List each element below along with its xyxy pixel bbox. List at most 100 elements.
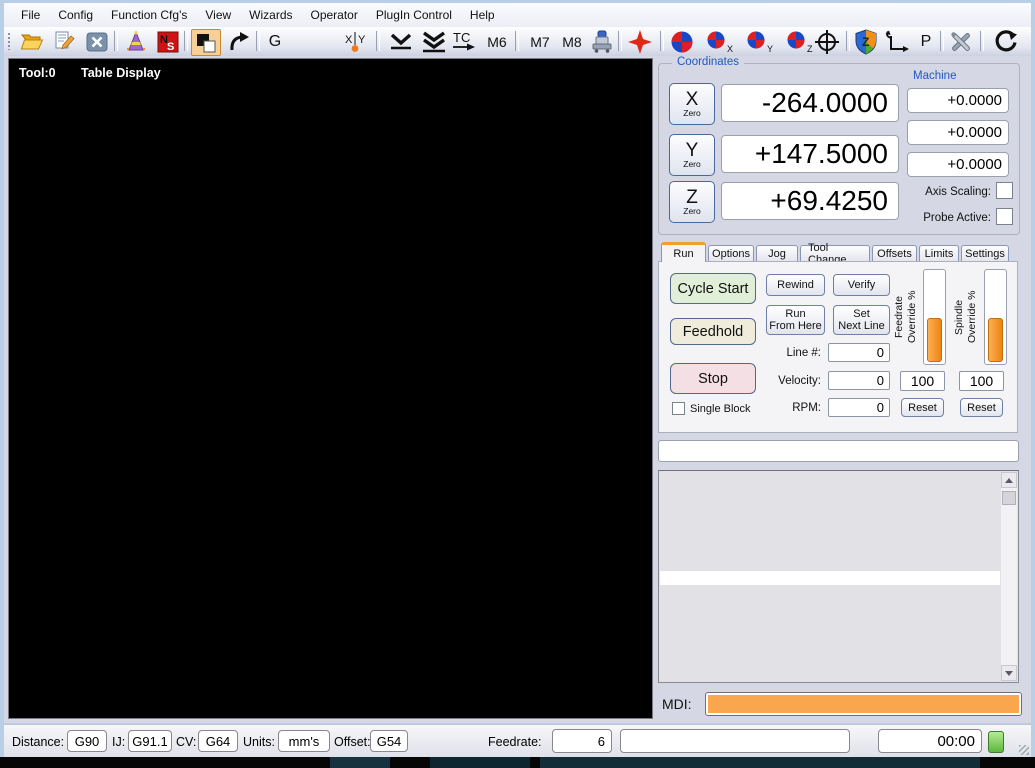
tab-settings[interactable]: Settings: [961, 245, 1009, 262]
rpm-field[interactable]: 0: [828, 398, 890, 417]
single-block-checkbox[interactable]: [672, 402, 685, 415]
y-axis-dro[interactable]: +147.5000: [721, 135, 899, 173]
menu-wizards[interactable]: Wizards: [240, 5, 301, 25]
menu-file[interactable]: File: [12, 5, 49, 25]
m7-icon[interactable]: M7: [524, 29, 556, 54]
feedrate-override-reset-button[interactable]: Reset: [901, 398, 944, 417]
axis-scaling-checkbox[interactable]: [996, 182, 1013, 199]
goto-xy-icon[interactable]: X Y: [340, 29, 370, 54]
refresh-icon[interactable]: [990, 29, 1022, 54]
toolbar-separator: [660, 31, 664, 51]
ref-x-icon[interactable]: X: [704, 29, 738, 54]
ref-y-icon[interactable]: Y: [744, 29, 778, 54]
close-file-icon[interactable]: [83, 29, 111, 54]
feedrate-value: 6: [552, 729, 612, 753]
rewind-button[interactable]: Rewind: [766, 274, 825, 296]
tool-number-label: Tool:0: [19, 66, 56, 80]
single-step-down-icon[interactable]: [386, 29, 416, 54]
spindle-override-slider[interactable]: [984, 269, 1007, 365]
multi-step-down-icon[interactable]: [418, 29, 450, 54]
ns-softlimits-icon[interactable]: N S: [154, 29, 182, 54]
z-axis-dro[interactable]: +69.4250: [721, 182, 899, 220]
tab-offsets[interactable]: Offsets: [872, 245, 917, 262]
status-message-field[interactable]: [658, 440, 1019, 462]
menu-function-cfgs[interactable]: Function Cfg's: [102, 5, 196, 25]
display-mode-label: Table Display: [81, 66, 161, 80]
svg-text:X: X: [345, 34, 353, 46]
park-icon[interactable]: P: [914, 29, 938, 54]
gcode-list[interactable]: [658, 470, 1019, 683]
goto-zero-cross-icon[interactable]: [624, 29, 656, 54]
gcode-icon[interactable]: G: [262, 29, 288, 54]
zero-x-button[interactable]: X Zero: [669, 83, 715, 125]
display-mode-toggle-icon[interactable]: [191, 29, 221, 56]
tab-run[interactable]: Run: [661, 242, 706, 262]
menu-bar: File Config Function Cfg's View Wizards …: [4, 3, 1031, 28]
svg-text:S: S: [167, 41, 174, 53]
toolbar: N S G X Y TC M6 M7 M8 X Y Z Z P: [4, 27, 1031, 57]
spindle-override-value[interactable]: 100: [959, 371, 1004, 391]
offset-label: Offset:: [334, 735, 371, 749]
cycle-start-button[interactable]: Cycle Start: [670, 273, 756, 304]
wizards-icon[interactable]: [122, 29, 150, 54]
feedrate-override-thumb[interactable]: [927, 318, 942, 362]
axis-rotate-icon[interactable]: [882, 29, 912, 54]
ref-all-home-icon[interactable]: [668, 29, 696, 54]
set-next-line-button[interactable]: Set Next Line: [833, 305, 890, 335]
x-machine-dro[interactable]: +0.0000: [907, 88, 1009, 113]
gcode-current-line[interactable]: [660, 571, 1000, 585]
units-value: mm's: [278, 730, 330, 752]
toolbar-grip[interactable]: [8, 33, 10, 50]
probe-active-checkbox[interactable]: [996, 208, 1013, 225]
menu-config[interactable]: Config: [49, 5, 102, 25]
velocity-field[interactable]: 0: [828, 371, 890, 390]
tab-options[interactable]: Options: [708, 245, 754, 262]
spindle-icon[interactable]: [588, 29, 616, 54]
open-file-icon[interactable]: [18, 29, 46, 54]
cv-mode-value: G64: [198, 730, 238, 752]
menu-help[interactable]: Help: [461, 5, 504, 25]
regen-toolpath-icon[interactable]: [224, 29, 254, 54]
mach3-window: File Config Function Cfg's View Wizards …: [0, 0, 1035, 768]
scrollbar-thumb[interactable]: [1002, 491, 1016, 505]
toolpath-display[interactable]: Tool:0 Table Display: [8, 58, 653, 719]
x-axis-dro[interactable]: -264.0000: [721, 84, 899, 122]
feedhold-button[interactable]: Feedhold: [670, 318, 756, 345]
stop-button[interactable]: Stop: [670, 363, 756, 394]
y-machine-dro[interactable]: +0.0000: [907, 120, 1009, 145]
m6-icon[interactable]: M6: [481, 29, 513, 54]
verify-button[interactable]: Verify: [833, 274, 890, 296]
online-indicator: [988, 731, 1004, 753]
toolbar-separator: [114, 31, 118, 51]
tab-jog[interactable]: Jog: [756, 245, 798, 262]
gcode-list-scrollbar[interactable]: [1001, 472, 1017, 681]
z-machine-dro[interactable]: +0.0000: [907, 152, 1009, 177]
m8-icon[interactable]: M8: [556, 29, 588, 54]
zero-y-button[interactable]: Y Zero: [669, 134, 715, 176]
tool-change-icon[interactable]: TC: [450, 29, 478, 54]
feedrate-override-slider[interactable]: [923, 269, 946, 365]
resize-grip: [1019, 745, 1029, 755]
toolbar-separator: [618, 31, 622, 51]
line-number-field[interactable]: 0: [828, 343, 890, 362]
line-number-label: Line #:: [786, 347, 821, 359]
tab-tool-change[interactable]: Tool Change: [800, 242, 870, 266]
menu-plugin-control[interactable]: PlugIn Control: [367, 5, 461, 25]
scroll-up-button[interactable]: [1001, 472, 1017, 488]
feedrate-override-value[interactable]: 100: [900, 371, 945, 391]
settings-tools-icon[interactable]: [946, 29, 976, 54]
tab-limits[interactable]: Limits: [919, 245, 959, 262]
menu-view[interactable]: View: [196, 5, 240, 25]
ij-mode-label: IJ:: [112, 735, 126, 749]
machine-coords-icon[interactable]: [812, 29, 842, 54]
spindle-override-reset-button[interactable]: Reset: [960, 398, 1003, 417]
zero-z-button[interactable]: Z Zero: [669, 181, 715, 223]
spindle-override-thumb[interactable]: [988, 318, 1003, 362]
edit-gcode-icon[interactable]: [51, 29, 79, 54]
safe-z-shield-icon[interactable]: Z: [852, 28, 880, 55]
run-from-here-button[interactable]: Run From Here: [766, 305, 825, 335]
menu-operator[interactable]: Operator: [302, 5, 367, 25]
coordinates-title: Coordinates: [672, 56, 745, 68]
mdi-input[interactable]: [705, 692, 1022, 716]
scroll-down-button[interactable]: [1001, 665, 1017, 681]
